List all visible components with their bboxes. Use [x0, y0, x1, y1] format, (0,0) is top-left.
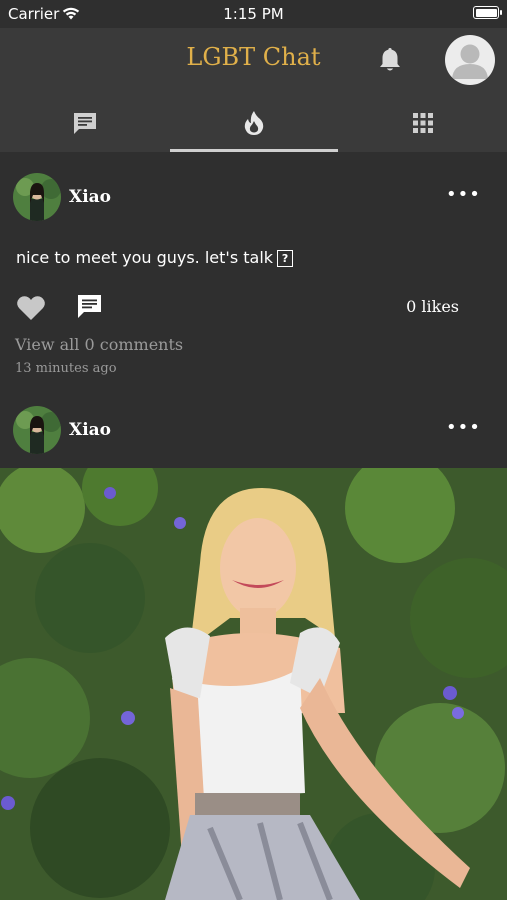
app-title: LGBT Chat	[186, 43, 321, 71]
status-bar: Carrier 1:15 PM	[0, 0, 507, 28]
post-text: nice to meet you guys. let's talk?	[16, 248, 294, 267]
post-text-content: nice to meet you guys. let's talk	[16, 248, 274, 267]
tab-bar	[0, 94, 507, 152]
post-avatar[interactable]	[13, 173, 61, 221]
user-placeholder-icon	[452, 44, 488, 79]
bell-icon[interactable]	[374, 44, 406, 76]
more-options-icon[interactable]: •••	[446, 184, 481, 205]
post-header: Xiao •••	[0, 406, 507, 456]
post-timestamp: 13 minutes ago	[15, 361, 117, 376]
more-options-icon[interactable]: •••	[446, 417, 481, 438]
post-image[interactable]	[0, 468, 507, 900]
post-username[interactable]: Xiao	[69, 420, 111, 440]
status-time: 1:15 PM	[223, 5, 284, 23]
post-username[interactable]: Xiao	[69, 187, 111, 207]
post-avatar[interactable]	[13, 406, 61, 454]
unknown-emoji-icon: ?	[277, 250, 294, 267]
tab-chat[interactable]	[0, 94, 170, 152]
comment-icon[interactable]	[76, 293, 103, 320]
flame-icon	[244, 111, 264, 135]
avatar-photo	[13, 406, 61, 454]
profile-avatar[interactable]	[445, 35, 495, 85]
feed: Xiao ••• nice to meet you guys. let's ta…	[0, 152, 507, 900]
post-header: Xiao •••	[0, 173, 507, 223]
app-header: LGBT Chat	[0, 28, 507, 152]
grid-icon	[412, 113, 433, 133]
battery-icon	[473, 6, 502, 19]
post-photo	[0, 468, 507, 900]
tab-grid[interactable]	[338, 94, 507, 152]
view-comments-link[interactable]: View all 0 comments	[15, 335, 183, 354]
likes-count: 0 likes	[406, 297, 459, 316]
tab-feed[interactable]	[170, 94, 338, 152]
heart-icon[interactable]	[16, 294, 46, 322]
avatar-photo	[13, 173, 61, 221]
chat-icon	[74, 113, 96, 134]
